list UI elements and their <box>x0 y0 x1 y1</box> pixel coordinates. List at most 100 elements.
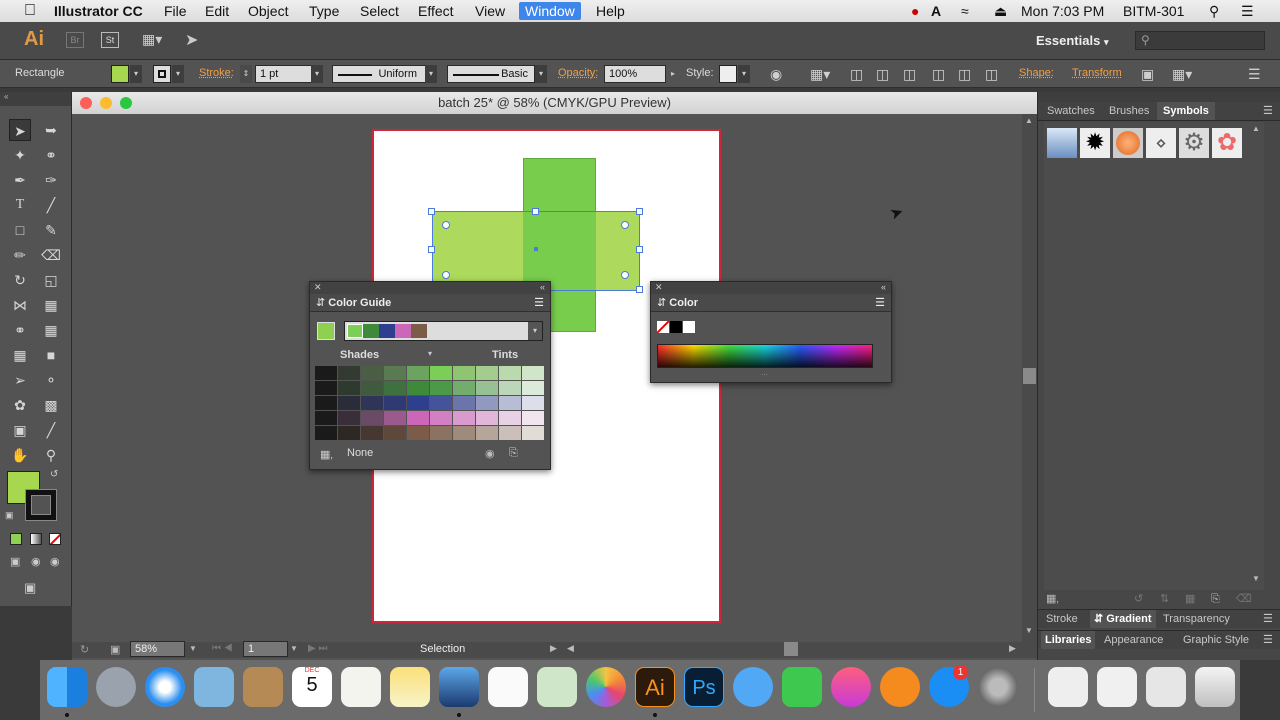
color-variation-swatch[interactable] <box>522 381 544 395</box>
color-variation-swatch[interactable] <box>499 426 521 440</box>
draw-normal-icon[interactable]: ▣ <box>10 555 20 568</box>
opacity-input[interactable]: 100% <box>604 65 666 83</box>
handle-top-center[interactable] <box>532 208 539 215</box>
tab-gradient[interactable]: ⇵ Gradient <box>1090 610 1156 628</box>
corner-widget-bottom-right[interactable] <box>621 271 629 279</box>
curvature-tool-icon[interactable]: ✑ <box>40 169 62 191</box>
color-variation-swatch[interactable] <box>476 396 498 410</box>
color-guide-menu-icon[interactable]: ☰ <box>534 294 544 312</box>
draw-inside-icon[interactable]: ◉ <box>50 555 60 568</box>
color-variation-swatch[interactable] <box>430 411 452 425</box>
menu-app-name[interactable]: Illustrator CC <box>48 2 149 20</box>
hand-tool-icon[interactable]: ✋ <box>9 444 31 466</box>
close-window-button[interactable] <box>80 97 92 109</box>
harmony-rules-dropdown[interactable]: ▾ <box>344 321 543 341</box>
close-panel-icon[interactable]: ✕ <box>655 282 663 293</box>
system-preferences-icon[interactable] <box>978 667 1018 707</box>
rotate-view-icon[interactable]: ↻ <box>80 643 89 656</box>
handle-middle-left[interactable] <box>428 246 435 253</box>
tab-brushes[interactable]: Brushes <box>1109 102 1149 120</box>
rotate-icon[interactable]: ↻ <box>9 269 31 291</box>
break-link-icon[interactable]: ⇅ <box>1160 590 1169 608</box>
handle-bottom-right[interactable] <box>636 286 643 293</box>
color-variation-swatch[interactable] <box>407 411 429 425</box>
minimize-window-button[interactable] <box>100 97 112 109</box>
opacity-label[interactable]: Opacity: <box>558 67 598 79</box>
color-panel-menu-icon[interactable]: ☰ <box>875 294 885 312</box>
swap-fill-stroke-icon[interactable]: ↺ <box>50 469 58 480</box>
color-variation-swatch[interactable] <box>407 426 429 440</box>
dock-panel-menu-icon[interactable]: ☰ <box>1263 102 1273 120</box>
vertical-scrollbar[interactable]: ▲ ▼ <box>1022 114 1037 642</box>
perspective-grid-icon[interactable]: ▦ <box>40 319 62 341</box>
illustrator-app-icon[interactable]: Ai <box>635 667 675 707</box>
handle-top-left[interactable] <box>428 208 435 215</box>
brush-dropdown[interactable]: ▾ <box>535 65 547 83</box>
zoom-level-input[interactable]: 58% <box>130 641 185 657</box>
color-variation-swatch[interactable] <box>407 366 429 380</box>
menu-edit[interactable]: Edit <box>199 2 235 20</box>
color-variation-swatch[interactable] <box>453 411 475 425</box>
align-left-icon[interactable]: ◫ <box>850 66 863 82</box>
stroke-label[interactable]: Stroke: <box>199 67 234 79</box>
apple-icon[interactable]:  <box>18 2 42 20</box>
symbol-orange-button[interactable] <box>1113 128 1143 158</box>
color-variation-swatch[interactable] <box>361 411 383 425</box>
gradient-tool-icon[interactable]: ■ <box>40 344 62 366</box>
screenshots-stack-icon[interactable] <box>1146 667 1186 707</box>
fill-swatch[interactable] <box>111 65 129 83</box>
photoshop-app-icon[interactable]: Ps <box>684 667 724 707</box>
harmony-color-swatch[interactable] <box>347 324 363 338</box>
zoom-window-button[interactable] <box>120 97 132 109</box>
stroke-dropdown[interactable]: ▾ <box>172 65 184 83</box>
menu-object[interactable]: Object <box>242 2 294 20</box>
document-stack-icon[interactable] <box>1048 667 1088 707</box>
collapse-panel-icon[interactable]: « <box>881 282 886 292</box>
artboard-number-input[interactable]: 1 <box>243 641 288 657</box>
brush-definition[interactable]: Basic <box>447 65 535 83</box>
stroke-color-box[interactable] <box>25 489 57 521</box>
variable-width-profile[interactable]: Uniform <box>332 65 426 83</box>
pen-tool-icon[interactable]: ✒ <box>9 169 31 191</box>
vertical-scroll-thumb[interactable] <box>1023 368 1036 384</box>
resize-grip-icon[interactable]: ⋯ <box>761 371 768 379</box>
direct-selection-tool-icon[interactable]: ➥ <box>40 119 62 141</box>
recolor-artwork-icon[interactable]: ◉ <box>770 66 782 82</box>
color-variation-swatch[interactable] <box>522 396 544 410</box>
bridge-icon[interactable]: Br <box>66 32 84 48</box>
tab-symbols[interactable]: Symbols <box>1157 102 1215 120</box>
align-right-icon[interactable]: ◫ <box>903 66 916 82</box>
symbol-splatter[interactable]: ✹ <box>1080 128 1110 158</box>
last-artboard-icon[interactable]: ▶ ⏭ <box>308 643 327 654</box>
color-variation-swatch[interactable] <box>476 426 498 440</box>
isolate-icon[interactable]: ▣ <box>1141 66 1154 82</box>
color-variation-swatch[interactable] <box>499 366 521 380</box>
color-variation-swatch[interactable] <box>361 381 383 395</box>
symbol-libraries-icon[interactable]: ▦‚ <box>1046 590 1059 608</box>
books-icon[interactable] <box>880 667 920 707</box>
photos-icon[interactable] <box>586 667 626 707</box>
style-dropdown[interactable]: ▾ <box>738 65 750 83</box>
scroll-up-icon[interactable]: ▲ <box>1025 116 1033 125</box>
place-symbol-icon[interactable]: ↺ <box>1134 590 1143 608</box>
profile-dropdown[interactable]: ▾ <box>425 65 437 83</box>
gpu-performance-icon[interactable]: ➤ <box>185 30 198 50</box>
align-top-icon[interactable]: ◫ <box>932 66 945 82</box>
free-transform-icon[interactable]: ▦ <box>40 294 62 316</box>
scale-icon[interactable]: ◱ <box>40 269 62 291</box>
tab-swatches[interactable]: Swatches <box>1047 102 1095 120</box>
color-variation-swatch[interactable] <box>361 366 383 380</box>
color-tab[interactable]: ⇵ Color ☰ <box>651 294 891 312</box>
menu-view[interactable]: View <box>469 2 511 20</box>
opacity-arrow[interactable]: ▸ <box>667 65 679 83</box>
handle-top-right[interactable] <box>636 208 643 215</box>
panel-menu-icon[interactable]: ☰ <box>1248 66 1261 82</box>
photo-viewer-icon[interactable] <box>537 667 577 707</box>
horizontal-scroll-thumb[interactable] <box>784 642 798 656</box>
symbols-scroll-up-icon[interactable]: ▲ <box>1252 124 1260 133</box>
color-variation-swatch[interactable] <box>384 381 406 395</box>
color-variation-swatch[interactable] <box>338 411 360 425</box>
artboard-tool-icon[interactable]: ▣ <box>9 419 31 441</box>
base-color-swatch[interactable] <box>317 322 335 340</box>
new-symbol-icon[interactable]: ⎘ <box>1211 590 1220 608</box>
